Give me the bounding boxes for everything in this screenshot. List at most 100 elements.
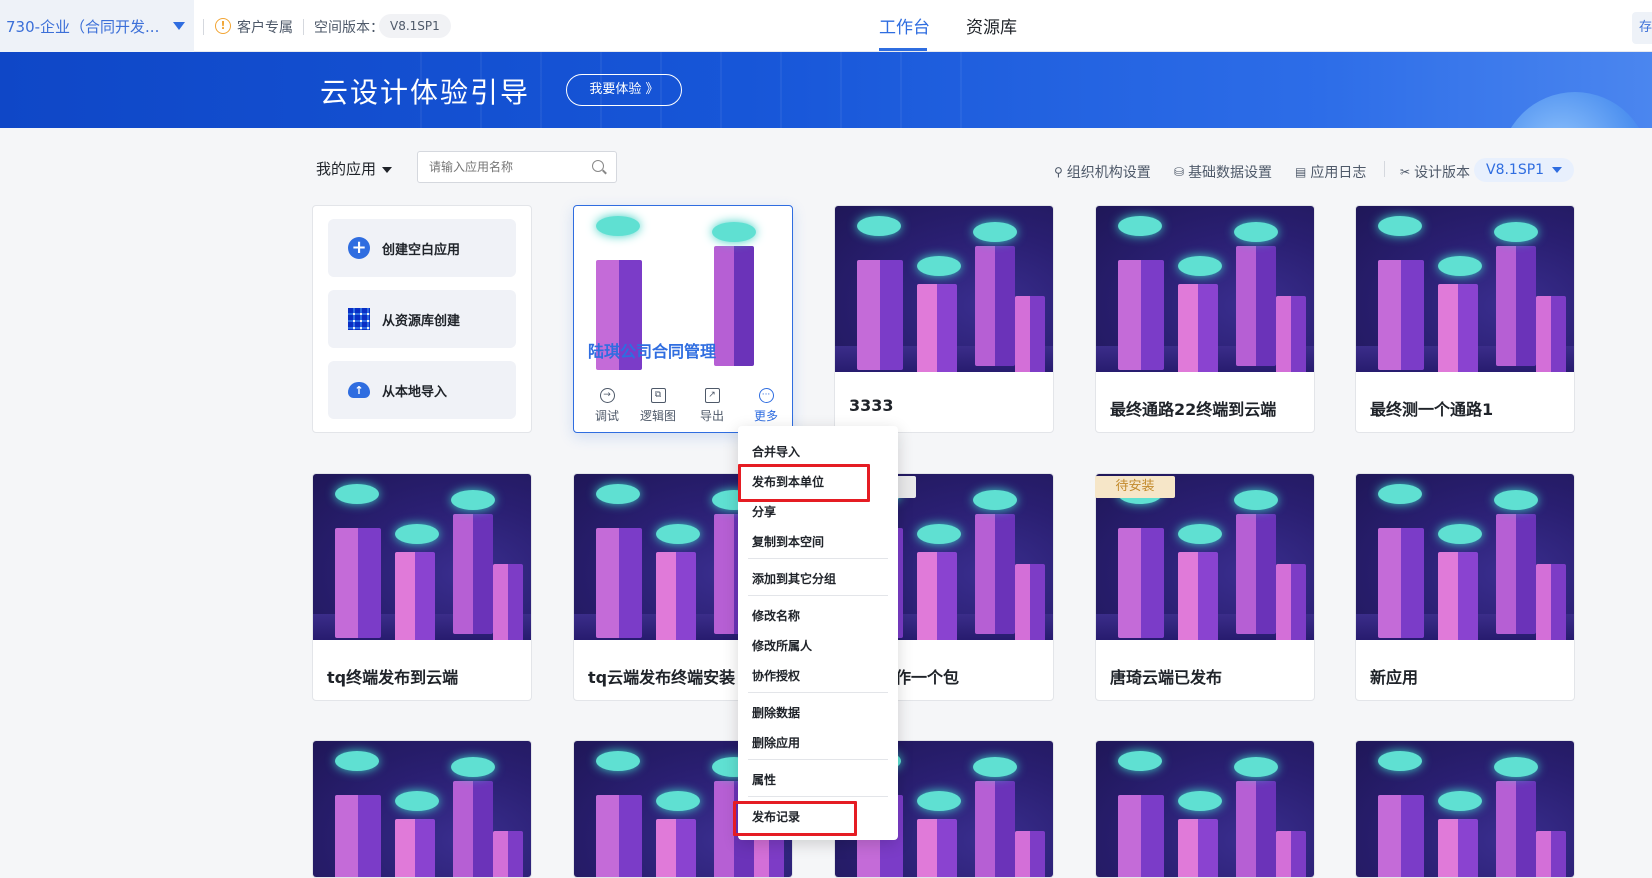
debug-action[interactable]: → 调试	[587, 388, 627, 424]
app-log-link[interactable]: ▤ 应用日志	[1295, 162, 1366, 182]
design-version-label: 设计版本	[1414, 165, 1471, 181]
tab-resource-library[interactable]: 资源库	[966, 13, 1017, 38]
active-tab-indicator	[879, 48, 927, 51]
roof-glow	[1178, 524, 1222, 544]
basic-data-label: 基础数据设置	[1188, 165, 1273, 181]
app-card[interactable]	[1095, 740, 1315, 878]
more-action[interactable]: ··· 更多	[746, 388, 786, 424]
roof-glow	[1234, 490, 1278, 510]
roof-glow	[973, 757, 1017, 777]
roof-glow	[1438, 791, 1482, 811]
roof-glow	[1494, 490, 1538, 510]
org-settings-link[interactable]: ⚲ 组织机构设置	[1054, 162, 1151, 182]
tools-icon: ✂	[1400, 165, 1411, 179]
app-card[interactable]	[312, 740, 532, 878]
roof-glow	[973, 490, 1017, 510]
search-input[interactable]	[418, 152, 578, 182]
building-shape	[1236, 246, 1276, 366]
app-card[interactable]: 唐琦云端已发布	[1095, 473, 1315, 701]
my-apps-dropdown[interactable]: 我的应用	[316, 158, 393, 179]
app-card-title: tq云端发布终端安装	[588, 668, 736, 687]
building-shape	[1438, 819, 1478, 877]
app-card[interactable]: tq终端发布到云端	[312, 473, 532, 701]
menu-divider	[748, 558, 888, 559]
roof-glow	[1494, 222, 1538, 242]
menu-item-change-owner[interactable]: 修改所属人	[752, 637, 812, 654]
building-shape	[1178, 284, 1218, 372]
top-bar: 730-企业（合同开发... ! 客户专属 空间版本： V8.1SP1 工作台 …	[0, 0, 1652, 52]
roof-glow	[1378, 216, 1422, 236]
try-experience-button[interactable]: 我要体验 》	[566, 74, 682, 106]
logic-graph-action[interactable]: ⧉ 逻辑图	[638, 388, 678, 424]
menu-item-delete-data[interactable]: 删除数据	[752, 704, 800, 721]
menu-item-properties[interactable]: 属性	[752, 771, 776, 788]
divider	[1384, 161, 1385, 177]
app-card-title: 最终测一个通路1	[1370, 400, 1494, 419]
roof-glow	[596, 751, 640, 771]
roof-glow	[917, 791, 961, 811]
menu-item-copy-to-space[interactable]: 复制到本空间	[752, 533, 824, 550]
app-card[interactable]: 最终测一个通路1	[1355, 205, 1575, 433]
menu-item-collab-auth[interactable]: 协作授权	[752, 667, 800, 684]
workspace-label: 730-企业（合同开发...	[6, 17, 160, 36]
highlight-box	[738, 464, 870, 502]
building-shape	[335, 795, 381, 877]
highlight-box	[733, 801, 857, 836]
building-shape	[1496, 246, 1536, 366]
org-chart-icon: ⚲	[1054, 165, 1063, 179]
roof-glow	[712, 222, 756, 242]
menu-item-rename[interactable]: 修改名称	[752, 607, 800, 624]
menu-item-add-to-group[interactable]: 添加到其它分组	[752, 570, 836, 587]
import-local-label: 从本地导入	[382, 384, 448, 400]
app-cover-image	[835, 206, 1053, 372]
building-shape	[714, 246, 754, 366]
app-card-title[interactable]: 陆琪公司合同管理	[588, 338, 716, 362]
app-card-focused[interactable]: 陆琪公司合同管理 → 调试 ⧉ 逻辑图 ↗ 导出 ··· 更多	[573, 205, 793, 433]
create-blank-app-button[interactable]: + 创建空白应用	[328, 219, 516, 277]
roof-glow	[451, 757, 495, 777]
building-shape	[1236, 781, 1276, 877]
roof-glow	[1438, 524, 1482, 544]
app-cover-image	[313, 741, 531, 877]
app-cover-image	[1096, 206, 1314, 372]
top-right-button[interactable]: 存	[1632, 12, 1652, 44]
building-shape	[1236, 514, 1276, 634]
app-card[interactable]: 3333	[834, 205, 1054, 433]
roof-glow	[1178, 256, 1222, 276]
roof-glow	[596, 216, 640, 236]
building-shape	[975, 514, 1015, 634]
menu-item-merge-import[interactable]: 合并导入	[752, 443, 800, 460]
app-log-label: 应用日志	[1310, 165, 1367, 181]
app-card[interactable]: 最终通路22终端到云端	[1095, 205, 1315, 433]
logic-graph-label: 逻辑图	[639, 409, 676, 423]
roof-glow	[1118, 751, 1162, 771]
menu-divider	[748, 595, 888, 596]
app-cover-image	[1096, 741, 1314, 877]
building-shape	[857, 260, 903, 370]
space-version-label: 空间版本：	[314, 20, 384, 36]
app-cover-image	[1356, 474, 1574, 640]
basic-data-link[interactable]: ⛁ 基础数据设置	[1174, 162, 1272, 182]
roof-glow	[395, 524, 439, 544]
import-local-button[interactable]: ↑ 从本地导入	[328, 361, 516, 419]
workspace-select[interactable]: 730-企业（合同开发...	[0, 0, 194, 52]
export-action[interactable]: ↗ 导出	[692, 388, 732, 424]
app-card[interactable]	[1355, 740, 1575, 878]
building-shape	[335, 528, 381, 638]
database-icon: ⛁	[1174, 165, 1185, 179]
menu-item-delete-app[interactable]: 删除应用	[752, 734, 800, 751]
building-shape	[975, 781, 1015, 877]
org-settings-label: 组织机构设置	[1066, 165, 1151, 181]
more-label: 更多	[753, 409, 778, 423]
design-version-select[interactable]: V8.1SP1	[1474, 158, 1575, 182]
menu-item-share[interactable]: 分享	[752, 503, 776, 520]
create-from-library-button[interactable]: 从资源库创建	[328, 290, 516, 348]
app-card-title: tq终端发布到云端	[327, 668, 459, 687]
chevron-down-icon	[1552, 167, 1563, 173]
search-icon[interactable]	[592, 160, 604, 172]
more-dots-icon: ···	[758, 388, 774, 403]
tab-workbench[interactable]: 工作台	[879, 13, 930, 38]
app-card-title: 最终通路22终端到云端	[1110, 400, 1277, 419]
app-card[interactable]: 新应用	[1355, 473, 1575, 701]
building-shape	[596, 795, 642, 877]
